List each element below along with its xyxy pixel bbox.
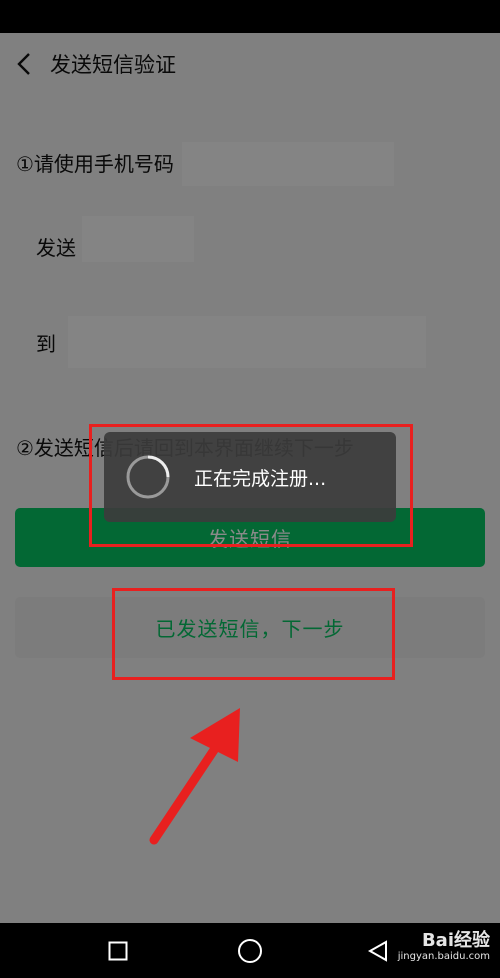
watermark-main: Bai经验 bbox=[421, 930, 490, 951]
square-icon bbox=[108, 941, 128, 960]
highlight-box-next-button bbox=[112, 588, 395, 680]
watermark-url: jingyan.baidu.com bbox=[397, 951, 490, 962]
status-bar bbox=[0, 0, 500, 33]
baidu-jingyan-watermark: Bai经验 jingyan.baidu.com bbox=[398, 932, 490, 962]
annotation-arrow-icon bbox=[149, 708, 240, 845]
triangle-back-icon bbox=[367, 939, 387, 962]
back-nav-button[interactable] bbox=[360, 923, 396, 978]
highlight-box-toast bbox=[89, 424, 413, 547]
recent-apps-button[interactable] bbox=[100, 923, 136, 978]
circle-icon bbox=[238, 938, 262, 963]
home-button[interactable] bbox=[232, 923, 268, 978]
